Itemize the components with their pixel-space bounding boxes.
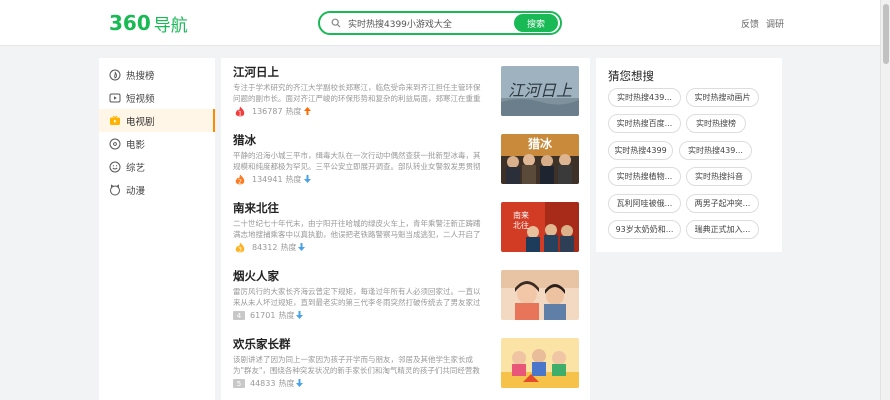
item-title[interactable]: 猎冰 [233, 132, 256, 148]
sidebar-item-hot-search[interactable]: 热搜榜 [99, 63, 215, 86]
anime-icon [109, 183, 121, 196]
trend-down-icon [298, 242, 306, 253]
sidebar-item-label: 综艺 [126, 162, 146, 174]
movie-icon [109, 138, 121, 150]
search-suggestion-tag[interactable]: 实时热搜动画片 [686, 88, 759, 107]
svg-text:南来: 南来 [513, 210, 529, 220]
search-suggestion-tag[interactable]: 实时热搜百度... [608, 114, 681, 133]
sidebar-item-label: 电影 [126, 139, 146, 151]
item-description: 平静的沿海小城三平市，缉毒大队在一次行动中偶然查获一批新型冰毒，其规模和纯度都极… [233, 151, 481, 171]
sidebar-item-tv[interactable]: 电视剧 [99, 109, 215, 132]
search-icon [326, 13, 346, 33]
sidebar-item-variety[interactable]: 综艺 [99, 155, 215, 178]
search-suggestion-tag[interactable]: 瑞典正式加入... [686, 220, 759, 239]
heat-value: 84312 [252, 243, 278, 252]
poster-image[interactable]: 猎冰 [501, 134, 579, 184]
search-suggestion-tag[interactable]: 瓦利阿哇被俄... [608, 194, 681, 213]
survey-link[interactable]: 调研 [766, 17, 784, 30]
tv-hot-list: 江河日上 专注于学术研究的齐江大学副校长郑寒江，临危受命来到齐江担任主管环保问题… [221, 58, 590, 400]
logo-text: 导航 [153, 15, 188, 36]
item-title[interactable]: 江河日上 [233, 64, 279, 80]
tv-icon [109, 115, 121, 127]
search-input[interactable] [346, 18, 514, 28]
list-item[interactable]: 南来北往 二十世纪七十年代末，由宁阳开往哈城的绿皮火车上，青年乘警汪新正踌躇满志… [233, 194, 581, 262]
heat-value: 44833 [250, 379, 276, 388]
feedback-link[interactable]: 反馈 [741, 17, 759, 30]
rank-badge: 4 [233, 311, 245, 320]
trend-down-icon [296, 310, 304, 321]
logo-number: 360 [109, 11, 151, 35]
item-description: 雷厉风行的大家长齐海云曾定下规矩，每逢过年所有人必须回家过。一直以来从未人坏过规… [233, 287, 481, 307]
item-description: 专注于学术研究的齐江大学副校长郑寒江，临危受命来到齐江担任主管环保问题的副市长。… [233, 83, 481, 103]
heat-label: 热度 [285, 107, 302, 116]
item-description: 该剧讲述了因为同上一家因为孩子开学而与朋友，邻居及其他学生家长成为"群友"，围绕… [233, 355, 480, 375]
heat-value: 134941 [252, 175, 283, 184]
search-suggestion-tag[interactable]: 实时热搜4399 [608, 141, 673, 160]
rank-badge: 5 [233, 379, 245, 388]
item-title[interactable]: 烟火人家 [233, 268, 279, 284]
heat-label: 热度 [278, 311, 295, 320]
item-meta: 5 44833 热度 [233, 378, 304, 389]
top-header: 360 导航 搜索 反馈 调研 [0, 0, 880, 46]
svg-text:江河日上: 江河日上 [508, 81, 573, 100]
heat-label: 热度 [285, 175, 302, 184]
item-meta: 3 84312 热度 [233, 242, 306, 253]
site-logo[interactable]: 360 导航 [109, 10, 188, 36]
item-meta: 4 61701 热度 [233, 310, 304, 321]
svg-text:2: 2 [238, 178, 242, 185]
search-suggestion-tag[interactable]: 实时热搜抖音 [686, 167, 752, 186]
poster-image[interactable]: 江河日上 [501, 66, 579, 116]
item-title[interactable]: 南来北往 [233, 200, 279, 216]
search-suggestion-tag[interactable]: 实时热搜植物... [608, 167, 681, 186]
search-suggestion-tag[interactable]: 实时热搜439... [608, 88, 681, 107]
sidebar-item-short-video[interactable]: 短视频 [99, 86, 215, 109]
sidebar-item-label: 动漫 [126, 185, 146, 197]
svg-text:1: 1 [238, 110, 242, 117]
heat-label: 热度 [280, 243, 297, 252]
heat-label: 热度 [278, 379, 295, 388]
item-meta: 2 134941 热度 [233, 174, 311, 185]
search-suggestion-tag[interactable]: 实时热搜439... [679, 141, 752, 160]
list-item[interactable]: 欢乐家长群 该剧讲述了因为同上一家因为孩子开学而与朋友，邻居及其他学生家长成为"… [233, 330, 581, 398]
search-button[interactable]: 搜索 [514, 14, 558, 32]
sidebar-item-label: 电视剧 [126, 116, 155, 128]
svg-text:北往: 北往 [513, 220, 529, 230]
svg-text:3: 3 [238, 246, 242, 253]
rank-flame-badge: 3 [233, 242, 247, 253]
guess-you-search-panel: 猜您想搜 实时热搜439... 实时热搜动画片 实时热搜百度... 实时热搜榜 … [596, 58, 782, 252]
sidebar-item-label: 短视频 [126, 93, 155, 105]
trend-down-icon [296, 378, 304, 389]
trend-down-icon [303, 174, 311, 185]
item-description: 二十世纪七十年代末，由宁阳开往哈城的绿皮火车上，青年乘警汪新正踌躇满志地搜捕乘客… [233, 219, 481, 239]
list-item[interactable]: 烟火人家 雷厉风行的大家长齐海云曾定下规矩，每逢过年所有人必须回家过。一直以来从… [233, 262, 581, 330]
heat-value: 136787 [252, 107, 283, 116]
rank-flame-badge: 1 [233, 106, 247, 117]
search-suggestion-tag[interactable]: 两男子起冲突... [686, 194, 759, 213]
sidebar-item-anime[interactable]: 动漫 [99, 178, 215, 201]
item-meta: 1 136787 热度 [233, 106, 311, 117]
search-suggestion-tag[interactable]: 93岁太奶奶和... [608, 220, 681, 239]
trend-up-icon [303, 106, 311, 117]
poster-image[interactable] [501, 270, 579, 320]
list-item[interactable]: 江河日上 专注于学术研究的齐江大学副校长郑寒江，临危受命来到齐江担任主管环保问题… [233, 58, 581, 126]
search-suggestion-tag[interactable]: 实时热搜榜 [686, 114, 746, 133]
category-sidebar: 热搜榜 短视频 电视剧 电影 综艺 动漫 [99, 58, 215, 400]
poster-image[interactable] [501, 338, 579, 388]
sidebar-item-label: 热搜榜 [126, 70, 155, 82]
svg-text:猎冰: 猎冰 [528, 136, 553, 151]
list-item[interactable]: 猎冰 平静的沿海小城三平市，缉毒大队在一次行动中偶然查获一批新型冰毒，其规模和纯… [233, 126, 581, 194]
panel-title: 猜您想搜 [608, 69, 654, 83]
short-video-icon [109, 92, 121, 104]
variety-icon [109, 161, 121, 173]
item-title[interactable]: 欢乐家长群 [233, 336, 291, 352]
search-bar: 搜索 [318, 11, 562, 35]
sidebar-item-movie[interactable]: 电影 [99, 132, 215, 155]
heat-value: 61701 [250, 311, 276, 320]
hot-search-icon [109, 69, 121, 81]
scrollbar-thumb[interactable] [883, 4, 889, 64]
rank-flame-badge: 2 [233, 174, 247, 185]
page-scrollbar[interactable] [880, 0, 890, 400]
poster-image[interactable]: 南来 北往 [501, 202, 579, 252]
